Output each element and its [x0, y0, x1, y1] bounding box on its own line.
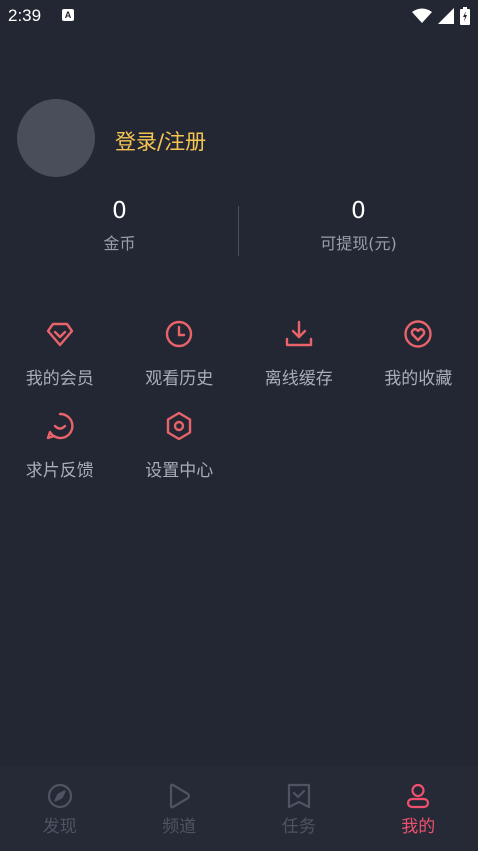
feature-label: 离线缓存: [264, 369, 333, 389]
nav-label: 我的: [401, 817, 436, 837]
coins-value: 0: [112, 198, 127, 224]
feature-offline-cache[interactable]: 离线缓存: [239, 318, 359, 398]
withdrawable-stat[interactable]: 0 可提现(元): [239, 196, 478, 254]
settings-hexagon-icon: [167, 411, 192, 441]
feature-favorites[interactable]: 我的收藏: [359, 318, 478, 398]
nav-mine[interactable]: 我的: [359, 782, 478, 837]
feature-label: 设置中心: [145, 461, 214, 481]
user-icon: [407, 783, 430, 809]
coins-label: 金币: [103, 234, 136, 253]
signal-icon: [438, 8, 454, 24]
login-register-link[interactable]: 登录/注册: [115, 126, 206, 156]
withdrawable-label: 可提现(元): [320, 234, 397, 253]
feature-vip[interactable]: 我的会员: [0, 318, 120, 398]
heart-icon: [404, 320, 432, 348]
clock-icon: [166, 320, 193, 348]
avatar[interactable]: [17, 99, 95, 177]
coins-stat[interactable]: 0 金币: [0, 196, 239, 254]
nav-label: 频道: [162, 817, 197, 837]
withdrawable-value: 0: [351, 198, 366, 224]
nav-label: 任务: [281, 817, 316, 837]
feature-history[interactable]: 观看历史: [120, 318, 240, 398]
feature-label: 观看历史: [145, 369, 214, 389]
feature-label: 我的收藏: [384, 369, 453, 389]
feature-label: 我的会员: [25, 369, 94, 389]
nav-discover[interactable]: 发现: [0, 782, 120, 837]
compass-icon: [47, 783, 72, 809]
bottom-nav: 发现 频道 任务 我的: [0, 766, 478, 851]
wifi-icon: [412, 8, 432, 23]
notification-app-icon: A: [62, 9, 74, 21]
feature-request-feedback[interactable]: 求片反馈: [0, 410, 120, 490]
nav-channels[interactable]: 频道: [120, 782, 240, 837]
play-icon: [170, 783, 191, 809]
account-stats: 0 金币 0 可提现(元): [0, 196, 478, 260]
vip-diamond-icon: [46, 322, 73, 347]
task-icon: [287, 783, 310, 809]
feature-settings[interactable]: 设置中心: [120, 410, 240, 490]
feature-label: 求片反馈: [25, 461, 94, 481]
status-time: 2:39: [8, 6, 42, 25]
download-icon: [285, 320, 312, 347]
nav-label: 发现: [42, 817, 77, 837]
status-bar: 2:39 A: [0, 0, 478, 32]
battery-icon: [460, 7, 470, 25]
feedback-bubble-icon: [46, 412, 74, 440]
nav-tasks[interactable]: 任务: [239, 782, 359, 837]
